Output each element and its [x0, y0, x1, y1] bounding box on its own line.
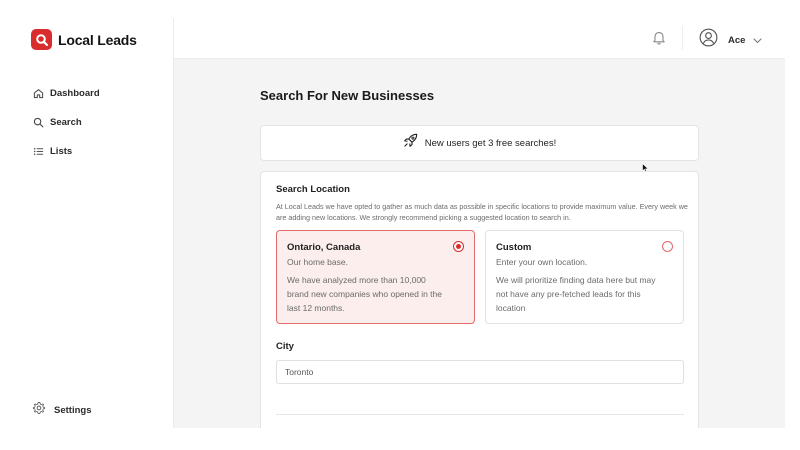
sidebar-item-label: Dashboard: [50, 88, 100, 99]
city-input[interactable]: [276, 360, 684, 384]
list-icon: [32, 146, 44, 158]
option-subtitle: Enter your own location.: [496, 257, 588, 267]
app-logo[interactable]: Local Leads: [31, 29, 137, 50]
avatar-icon: [699, 28, 718, 52]
sidebar-item-lists[interactable]: Lists: [32, 137, 100, 166]
home-icon: [32, 88, 44, 100]
bell-icon[interactable]: [652, 30, 666, 50]
sidebar-nav: Dashboard Search Lists: [32, 79, 100, 166]
radio-selected[interactable]: [453, 241, 464, 252]
promo-text: New users get 3 free searches!: [424, 137, 557, 149]
settings-label: Settings: [54, 405, 92, 416]
logo-search-icon: [31, 29, 52, 50]
divider: [276, 414, 684, 415]
search-location-card: Search Location At Local Leads we have o…: [260, 171, 699, 428]
sidebar-item-label: Search: [50, 117, 82, 128]
option-description: We will prioritize finding data here but…: [496, 275, 656, 313]
user-name: Ace: [728, 34, 746, 46]
sidebar: Local Leads Dashboard Search Lists Setti…: [15, 18, 173, 428]
location-option-custom[interactable]: Custom Enter your own location. We will …: [485, 230, 684, 324]
location-option-ontario[interactable]: Ontario, Canada Our home base. We have a…: [276, 230, 475, 324]
app-name: Local Leads: [58, 31, 137, 48]
section-title: Search Location: [276, 184, 350, 195]
topbar-divider: [682, 26, 683, 50]
chevron-down-icon: [753, 31, 762, 49]
sidebar-item-label: Lists: [50, 146, 73, 157]
sidebar-item-settings[interactable]: Settings: [32, 401, 91, 420]
option-subtitle: Our home base.: [287, 257, 348, 267]
section-description: At Local Leads we have opted to gather a…: [276, 202, 688, 222]
option-title: Custom: [496, 242, 532, 253]
user-menu[interactable]: Ace: [699, 28, 762, 52]
sidebar-item-search[interactable]: Search: [32, 108, 100, 137]
page-title: Search For New Businesses: [260, 88, 435, 103]
city-label: City: [276, 341, 294, 352]
main-content: Search For New Businesses New users get …: [173, 59, 785, 428]
option-description: We have analyzed more than 10,000 brand …: [287, 275, 442, 313]
promo-banner: New users get 3 free searches!: [260, 125, 699, 161]
radio-unselected[interactable]: [662, 241, 673, 252]
top-bar: Ace: [173, 18, 785, 59]
rocket-icon: [403, 133, 418, 153]
gear-icon: [32, 401, 46, 420]
option-title: Ontario, Canada: [287, 242, 361, 253]
search-icon: [32, 117, 44, 129]
sidebar-item-dashboard[interactable]: Dashboard: [32, 79, 100, 108]
